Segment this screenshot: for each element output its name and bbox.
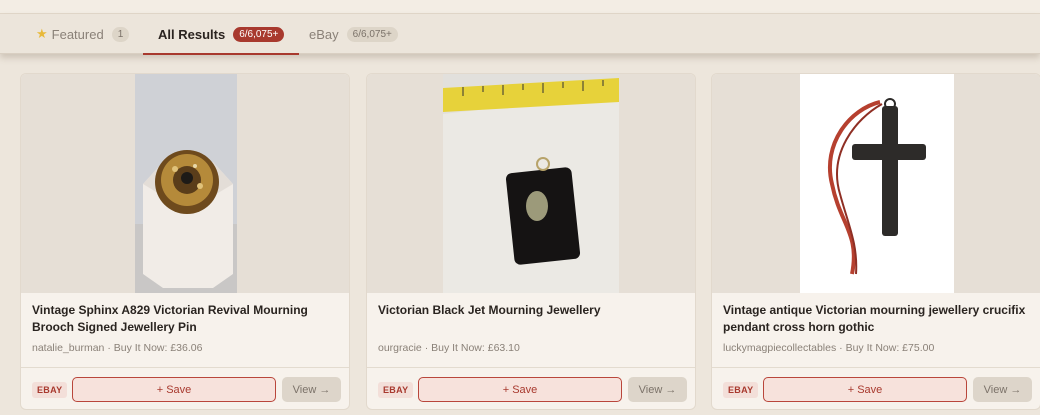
seller-name: natalie_burman	[32, 342, 105, 354]
listing-price: Buy It Now: £63.10	[431, 342, 520, 354]
listing-image[interactable]	[21, 74, 349, 293]
listing-title[interactable]: Vintage Sphinx A829 Victorian Revival Mo…	[32, 302, 337, 336]
jet-pendant-photo	[443, 74, 619, 293]
divider	[712, 367, 1040, 368]
listing-meta: ourgracie · Buy It Now: £63.10	[378, 342, 520, 354]
tab-label: All Results	[158, 26, 226, 42]
tab-count: 6/6,075+	[233, 26, 285, 42]
tab-featured[interactable]: ★ Featured 1	[36, 14, 130, 54]
listing-card[interactable]: Vintage Sphinx A829 Victorian Revival Mo…	[20, 73, 350, 410]
tab-count: 6/6,075+	[346, 26, 398, 42]
tab-label: eBay	[309, 26, 339, 42]
top-strip	[0, 0, 1040, 14]
source-tabs: ★ Featured 1 All Results 6/6,075+ eBay 6…	[0, 14, 1040, 55]
divider	[21, 367, 349, 368]
save-button[interactable]: + Save	[418, 377, 622, 402]
listing-price: Buy It Now: £75.00	[845, 342, 935, 354]
source-badge: EBAY	[723, 382, 759, 398]
listing-price: Buy It Now: £36.06	[113, 342, 203, 354]
tab-all-results[interactable]: All Results 6/6,075+	[143, 14, 300, 55]
listing-image[interactable]	[367, 74, 695, 293]
tab-ebay[interactable]: eBay 6/6,075+	[309, 14, 398, 54]
listing-meta: luckymagpiecollectables · Buy It Now: £7…	[723, 342, 934, 354]
tab-label: Featured	[51, 26, 104, 42]
listing-image[interactable]	[712, 74, 1040, 293]
seller-name: luckymagpiecollectables	[723, 342, 837, 354]
source-badge: EBAY	[378, 382, 414, 398]
source-badge: EBAY	[32, 382, 68, 398]
listing-meta: natalie_burman · Buy It Now: £36.06	[32, 342, 202, 354]
brooch-photo	[135, 74, 237, 293]
save-button[interactable]: + Save	[763, 377, 967, 402]
star-icon: ★	[36, 26, 48, 41]
view-button[interactable]: View →	[282, 377, 341, 402]
tab-count: 1	[111, 26, 130, 42]
divider	[367, 367, 695, 368]
seller-name: ourgracie	[378, 342, 422, 354]
listing-card[interactable]: Vintage antique Victorian mourning jewel…	[711, 73, 1040, 410]
view-button[interactable]: View →	[973, 377, 1032, 402]
listing-title[interactable]: Vintage antique Victorian mourning jewel…	[723, 302, 1028, 336]
listing-title[interactable]: Victorian Black Jet Mourning Jewellery	[378, 302, 683, 319]
crucifix-photo	[800, 74, 954, 293]
listing-card[interactable]: Victorian Black Jet Mourning Jewellery o…	[366, 73, 696, 410]
save-button[interactable]: + Save	[72, 377, 276, 402]
view-button[interactable]: View →	[628, 377, 687, 402]
